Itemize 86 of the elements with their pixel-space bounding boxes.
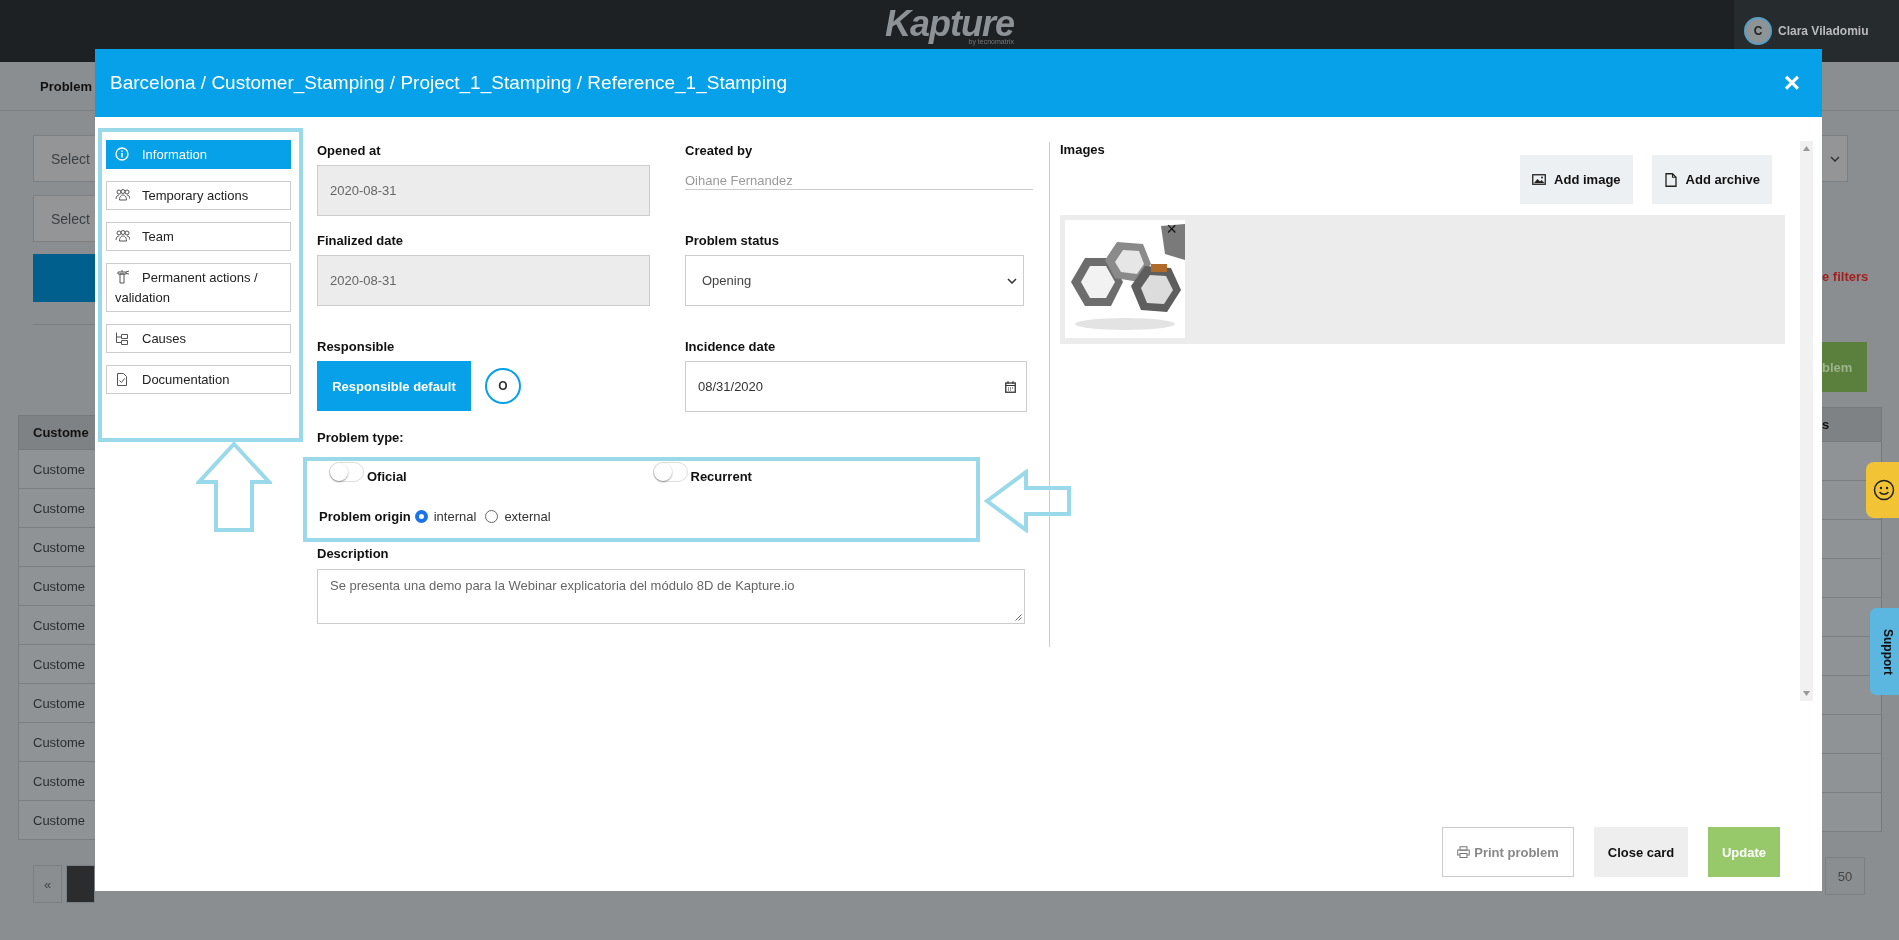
add-archive-button[interactable]: Add archive — [1651, 155, 1772, 204]
description-field[interactable]: Se presenta una demo para la Webinar explicatoria del módulo 8D de Kapture.io — [317, 569, 1025, 624]
field-label: Incidence date — [685, 338, 777, 356]
image-icon — [1532, 172, 1547, 187]
table-cell — [1822, 754, 1882, 793]
support-tab[interactable]: Support — [1870, 608, 1899, 695]
sidebar-tab[interactable]: Causes — [106, 324, 291, 353]
field-label: Problem status — [685, 232, 780, 250]
user-name: Clara Viladomiu — [1778, 24, 1869, 38]
field-label: Opened at — [317, 142, 382, 160]
close-card-button[interactable]: Close card — [1594, 827, 1688, 877]
table-cell: Custome — [18, 489, 95, 528]
table-cell: Custome — [18, 801, 95, 840]
table-cell — [1822, 676, 1882, 715]
radio-label: internal — [433, 509, 477, 524]
field-label: Images — [1060, 141, 1105, 159]
caret-icon — [1007, 277, 1017, 284]
table-cell: Custome — [18, 762, 95, 801]
add-responsible-button[interactable]: O — [485, 368, 521, 404]
field-label: Problem type: — [317, 429, 405, 447]
people-icon — [115, 229, 130, 244]
search-button[interactable] — [33, 254, 95, 302]
status-select[interactable]: Opening — [685, 255, 1024, 306]
feedback-button[interactable] — [1866, 462, 1899, 518]
table-cell: Custome — [18, 567, 95, 606]
table-cell: Custome — [18, 684, 95, 723]
remove-image-button[interactable]: × — [1166, 220, 1177, 238]
add-image-button[interactable]: Add image — [1520, 155, 1633, 204]
user-menu[interactable]: C Clara Viladomiu — [1734, 0, 1899, 62]
table-cell — [1822, 715, 1882, 754]
table-cell — [1822, 520, 1882, 559]
toggle-label: Recurrent — [690, 469, 752, 484]
field-label: Created by — [685, 142, 754, 160]
filter-select[interactable]: Select — [33, 195, 95, 242]
printer-icon — [1457, 846, 1471, 858]
filter-select[interactable]: Select — [33, 135, 95, 182]
page-size-button[interactable]: 50 — [1825, 857, 1865, 895]
file-icon — [1663, 172, 1678, 187]
date-field[interactable]: 2020-08-31 — [317, 165, 650, 216]
resize-grip-icon — [1015, 614, 1022, 621]
scroll-down-icon — [1803, 691, 1810, 696]
field-label: Problem origin — [319, 509, 411, 524]
close-button[interactable]: × — [1783, 69, 1800, 97]
field-label: Finalized date — [317, 232, 404, 250]
creator-field[interactable]: Oihane Fernandez — [685, 165, 1033, 190]
radio-label: external — [504, 509, 551, 524]
info-icon — [115, 147, 130, 162]
tool-icon — [115, 269, 130, 284]
table-header: s — [1822, 407, 1882, 442]
radio-button[interactable] — [414, 510, 428, 523]
toggle-switch[interactable] — [652, 462, 688, 482]
smiley-icon — [1873, 479, 1895, 501]
date-field[interactable]: 2020-08-31 — [317, 255, 650, 306]
caret-icon — [1829, 155, 1840, 162]
field-label: Description — [317, 545, 390, 563]
table-cell: Custome — [18, 723, 95, 762]
modal-title: Barcelona / Customer_Stamping / Project_1_Stamping / Reference_1_Stamping — [110, 72, 787, 94]
sidebar-tab[interactable]: Information — [106, 140, 291, 169]
date-input[interactable]: 08/31/2020 — [685, 361, 1027, 412]
first-page-button[interactable]: « — [33, 865, 62, 903]
sidebar-tab[interactable]: Team — [106, 222, 291, 251]
avatar: C — [1744, 17, 1772, 45]
field-label: Responsible — [317, 338, 396, 356]
sidebar-tab[interactable]: Documentation — [106, 365, 291, 394]
toggle-switch[interactable] — [329, 462, 364, 482]
table-cell: Custome — [18, 528, 95, 567]
table-cell: Custome — [18, 450, 95, 489]
toggle-label: Oficial — [367, 469, 407, 484]
print-button[interactable]: Print problem — [1442, 827, 1574, 877]
sidebar-tab[interactable]: Temporary actions — [106, 181, 291, 210]
scroll-up-icon — [1803, 146, 1810, 151]
table-cell — [1822, 559, 1882, 598]
table-cell — [1822, 793, 1882, 832]
table-header: Custome — [18, 415, 95, 450]
document-icon — [115, 372, 130, 387]
people-icon — [115, 188, 130, 203]
scrollbar[interactable] — [1800, 141, 1813, 701]
calendar-icon — [1005, 380, 1016, 393]
table-cell: Custome — [18, 645, 95, 684]
sidebar-tab[interactable]: Permanent actions / validation — [106, 263, 291, 312]
page-button[interactable] — [66, 865, 95, 903]
responsible-button[interactable]: Responsible default — [317, 361, 471, 411]
section-title: Problem — [40, 78, 92, 94]
table-cell: Custome — [18, 606, 95, 645]
filter-select[interactable] — [1822, 135, 1848, 182]
tree-icon — [115, 331, 130, 346]
